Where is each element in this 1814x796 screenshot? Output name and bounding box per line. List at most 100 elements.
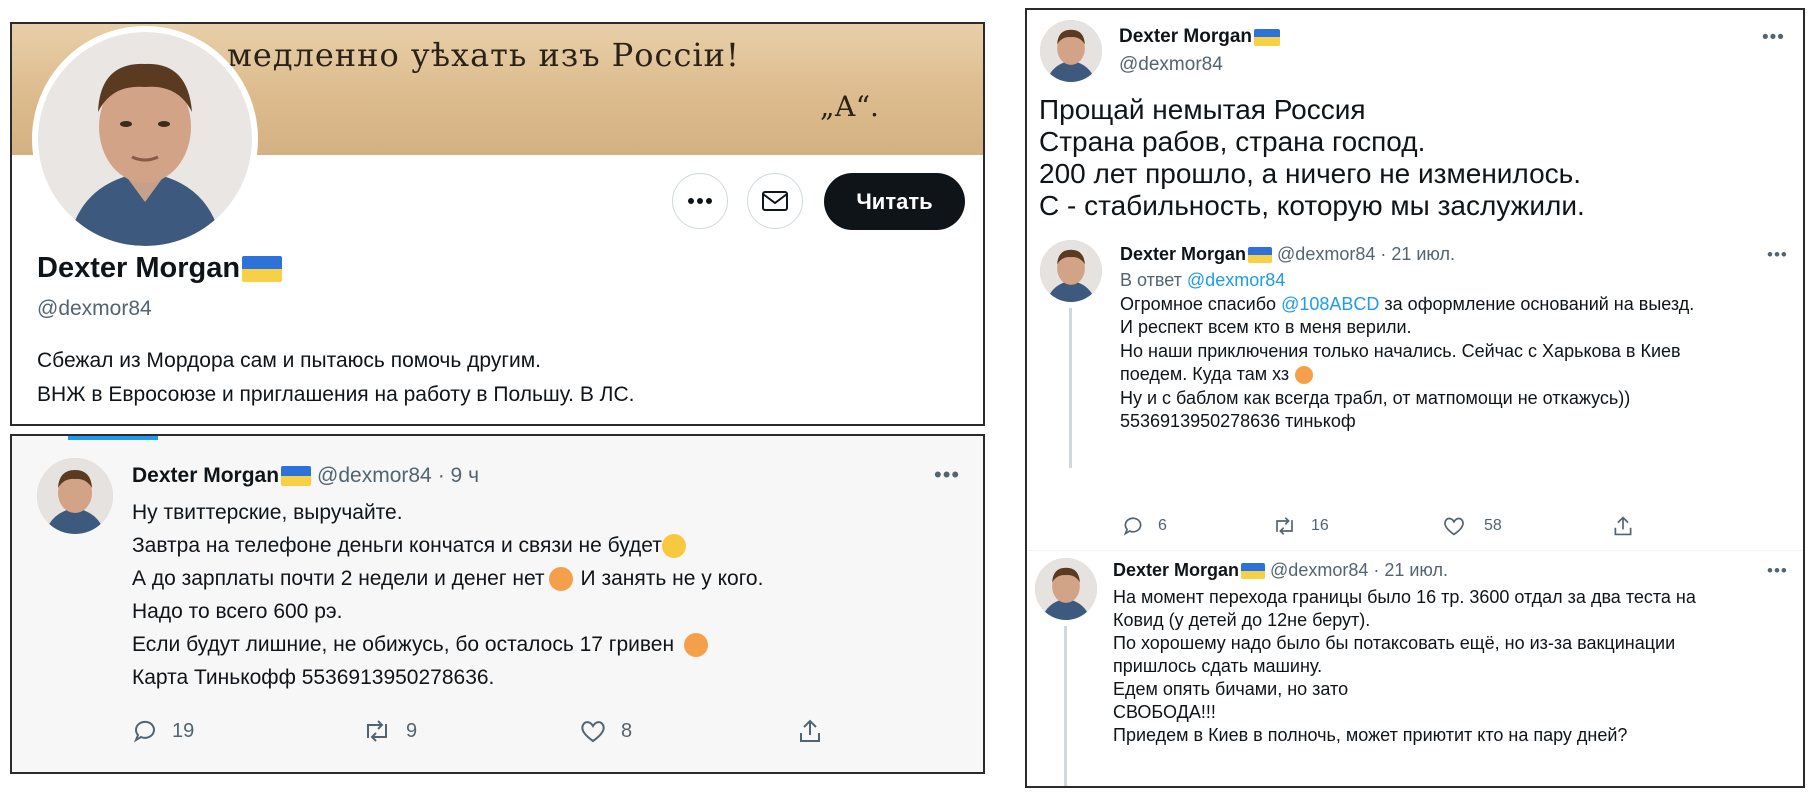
reply1-reply-button[interactable]: 6 [1122,515,1167,537]
tweet-line-3: А до зарплаты почти 2 недели и денег нет… [132,566,764,591]
ukraine-flag-icon [281,466,312,486]
reply2-line-3: По хорошему надо было бы потаксовать ещё… [1113,633,1676,653]
thread-main-line-4: С - стабильность, которую мы заслужили. [1039,190,1585,221]
reply2-author-handle[interactable]: @dexmor84 [1270,560,1368,581]
shrug-emoji-icon [548,566,573,591]
thread-main-name-row: Dexter Morgan [1119,26,1281,48]
reply2-more-icon[interactable]: ••• [1767,562,1788,579]
tweet-line-5: Если будут лишние, не обижусь, бо остало… [132,628,763,661]
reply1-header: Dexter Morgan @dexmor84 · 21 июл. [1120,244,1455,265]
reply2-line-7: Приедем в Киев в полночь, может приютит … [1113,725,1628,745]
follow-button-label: Читать [856,188,933,214]
reply2-line-1: На момент перехода границы было 16 тр. 3… [1113,587,1696,607]
reply1-more-icon[interactable]: ••• [1767,246,1788,263]
follow-button[interactable]: Читать [824,173,965,230]
ukraine-flag-icon [242,255,283,282]
tweet-header: Dexter Morgan @dexmor84 · 9 ч [132,464,479,488]
banner-signature: „А“. [820,90,879,123]
ukraine-flag-icon [1248,246,1273,263]
reply2-author-name[interactable]: Dexter Morgan [1113,560,1239,581]
tweet-author-handle[interactable]: @dexmor84 [317,464,432,488]
reply1-avatar[interactable] [1040,240,1102,302]
profile-name-row: Dexter Morgan [37,252,283,285]
envelope-icon [762,191,788,211]
reply-icon [1123,517,1142,536]
thread-connector-line [1064,626,1067,786]
more-horizontal-icon [688,198,712,204]
tab-indicator [68,436,158,440]
tweet-body: Ну твиттерские, выручайте. Завтра на тел… [132,496,763,694]
reply1-author-name[interactable]: Dexter Morgan [1120,244,1246,265]
thread-main-body: Прощай немытая Россия Страна рабов, стра… [1039,94,1585,222]
tweet-more-icon[interactable]: ••• [934,464,960,486]
reply-button[interactable]: 19 [132,718,194,744]
thread-panel: Dexter Morgan @dexmor84 ••• Прощай немыт… [1025,8,1805,788]
profile-name: Dexter Morgan [37,252,241,284]
retweet-icon [1276,517,1293,535]
share-icon [800,719,820,742]
tweet-time[interactable]: · 9 ч [438,464,479,488]
heart-icon [1444,517,1464,536]
profile-handle[interactable]: @dexmor84 [37,297,152,321]
reply2-line-2: Ковид (у детей до 12не берут). [1113,610,1371,630]
reply1-line-4: поедем. Куда там хз [1120,363,1694,387]
message-button[interactable] [747,173,803,229]
reply-icon [133,720,155,743]
like-button[interactable]: 8 [579,718,632,744]
mention-link[interactable]: @108ABCD [1281,294,1379,314]
thread-main-line-2: Страна рабов, страна господ. [1039,126,1426,157]
share-icon [1614,516,1632,536]
like-count: 8 [621,719,633,742]
thread-main-avatar-photo [1040,20,1102,82]
thread-divider [1027,550,1803,551]
reply1-line-2: И респект всем кто в меня верили. [1120,317,1412,337]
tweet-card-left[interactable]: Dexter Morgan @dexmor84 · 9 ч ••• Ну тви… [10,434,985,774]
facepalm-emoji-icon [1295,365,1314,384]
reply1-retweet-button[interactable]: 16 [1272,515,1329,537]
thread-connector-line [1069,308,1072,468]
reply1-author-handle[interactable]: @dexmor84 [1277,244,1375,265]
thread-main-author-name[interactable]: Dexter Morgan [1119,26,1252,48]
reply1-line-3: Но наши приключения только начались. Сей… [1120,340,1681,361]
reply2-line-5: Едем опять бичами, но зато [1113,679,1349,699]
tweet-line-6: Карта Тинькофф 5536913950278636. [132,666,495,689]
thread-main-line-1: Прощай немытая Россия [1039,94,1366,125]
reply1-time[interactable]: · 21 июл. [1380,244,1455,265]
profile-panel: медленно уѣхать изъ Россіи! „А“. Читать … [10,22,985,426]
thread-main-line-3: 200 лет прошло, а ничего не изменилось. [1039,158,1582,189]
tweet-author-name[interactable]: Dexter Morgan [132,464,279,488]
tweet-avatar[interactable] [37,458,113,534]
reply1-retweet-count: 16 [1311,517,1329,534]
profile-avatar[interactable] [32,26,258,252]
reply1-line-5: Ну и с баблом как всегда трабл, от матпо… [1120,387,1631,408]
tweet-line-2: Завтра на телефоне деньги кончатся и свя… [132,529,763,562]
reply1-share-button[interactable] [1612,515,1634,537]
reply2-body: На момент перехода границы было 16 тр. 3… [1113,586,1696,747]
profile-bio-line-2: ВНЖ в Евросоюзе и приглашения на работу … [37,383,635,406]
thread-main-more-icon[interactable]: ••• [1762,28,1785,47]
ukraine-flag-icon [1241,562,1266,579]
reply2-line-4: пришлось сдать машину. [1113,656,1323,676]
share-button[interactable] [797,718,823,744]
retweet-button[interactable]: 9 [362,718,417,744]
more-options-button[interactable] [672,173,728,229]
reply1-like-count: 58 [1484,517,1502,534]
reply1-like-button[interactable]: 58 [1442,515,1502,537]
tweet-line-4: Надо то всего 600 рэ. [132,600,343,623]
reply1-reply-count: 6 [1158,517,1167,534]
tweet-avatar-photo [37,458,113,534]
thread-main-avatar[interactable] [1040,20,1102,82]
tweet-line-1: Ну твиттерские, выручайте. [132,501,403,524]
retweet-count: 9 [406,719,418,742]
crying-face-emoji-icon [661,533,686,558]
profile-bio-line-1: Сбежал из Мордора сам и пытаюсь помочь д… [37,349,541,372]
reply2-avatar[interactable] [1035,558,1097,620]
facepalm-emoji-icon [684,632,709,657]
heart-icon [581,721,605,743]
reply-to-mention-link[interactable]: @dexmor84 [1187,270,1285,290]
reply1-body: В ответ @dexmor84 Огромное спасибо @108A… [1120,269,1694,434]
reply2-time[interactable]: · 21 июл. [1373,560,1448,581]
thread-main-handle[interactable]: @dexmor84 [1119,54,1223,76]
reply1-avatar-photo [1040,240,1102,302]
reply2-header: Dexter Morgan @dexmor84 · 21 июл. [1113,560,1448,581]
